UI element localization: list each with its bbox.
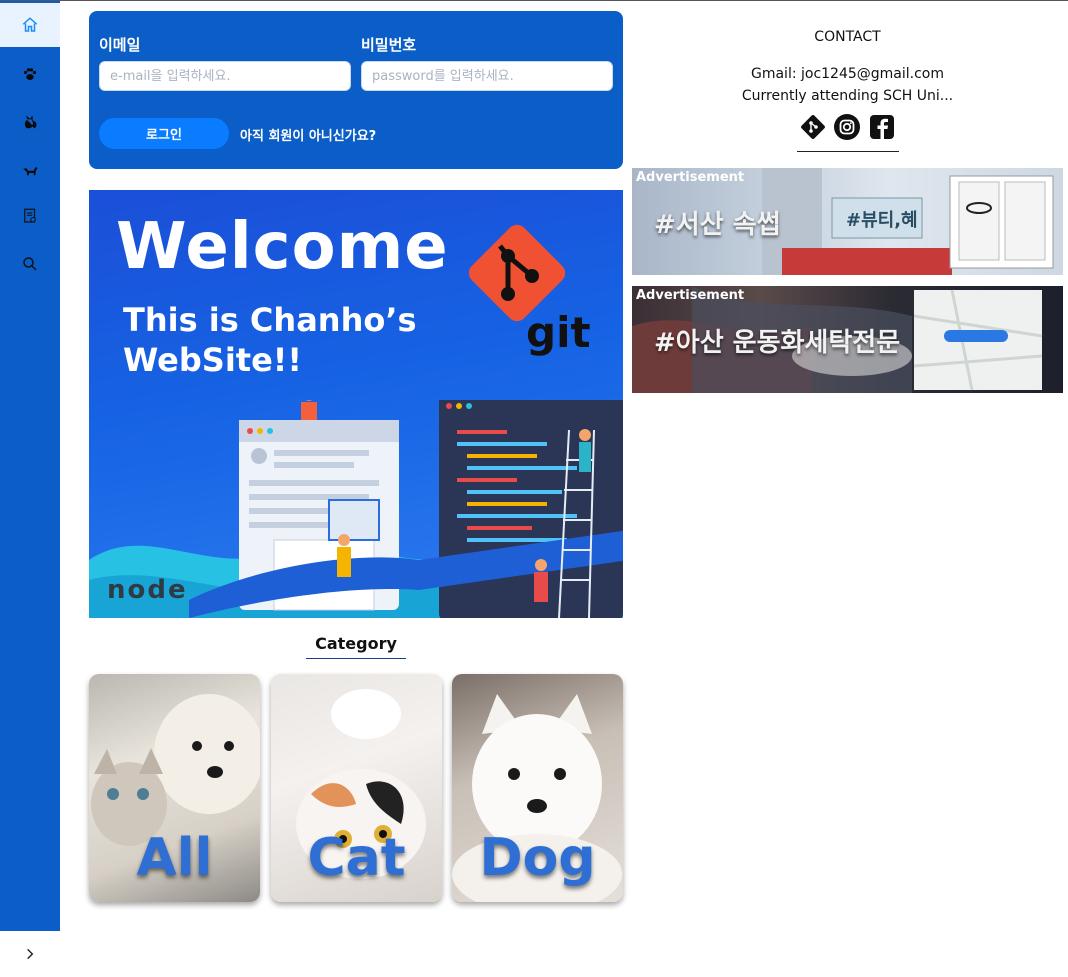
email-label: 이메일 [99,36,141,54]
login-panel: 이메일 비밀번호 로그인 아직 회원이 아니신가요? [89,11,623,169]
ad-banner-1[interactable]: #뷰티,혜 Advertisement #서산 속썹 [632,168,1063,275]
contact-title: CONTACT [814,29,881,45]
chevron-right-icon [27,948,34,960]
home-icon [22,17,38,32]
node-wordmark: node [107,575,188,605]
signup-link[interactable]: 아직 회원이 아니신가요? [240,125,376,144]
login-button[interactable]: 로그인 [99,118,229,149]
card-label-cat: Cat [307,828,406,888]
instagram-icon [834,114,860,140]
git-link[interactable] [799,113,827,141]
facebook-link[interactable] [868,113,896,141]
category-underline [306,658,406,659]
facebook-icon [870,115,894,139]
contact-gmail: Gmail: joc1245@gmail.com [750,66,945,82]
cat-icon [24,115,37,129]
banner-subtitle: This is Chanho’s WebSite!! [123,301,417,379]
search-icon [23,257,37,271]
sidebar [0,1,60,977]
category-card-cat[interactable]: Cat [271,674,442,902]
git-icon [801,115,825,139]
sidebar-item-search[interactable] [0,242,60,286]
sidebar-item-cat[interactable] [0,100,60,144]
email-field[interactable] [99,61,351,91]
sidebar-item-paw[interactable] [0,52,60,96]
sidebar-expand-button[interactable] [0,931,60,977]
ad-2-text: #아산 운동화세탁전문 [654,328,901,358]
ad-2-label: Advertisement [636,288,745,303]
instagram-link[interactable] [833,113,861,141]
category-card-dog[interactable]: Dog [452,674,623,902]
board-icon [24,208,36,223]
contact-underline [797,151,899,152]
ad-1-label: Advertisement [636,170,745,185]
category-title: Category [315,634,397,653]
git-wordmark: git [526,308,591,357]
password-label: 비밀번호 [361,36,417,54]
card-label-dog: Dog [479,828,596,888]
password-field[interactable] [361,61,613,91]
contact-school: Currently attending SCH Uni... [741,88,954,104]
ad-1-sign: #뷰티,혜 [846,210,918,231]
ad-banner-2[interactable]: Advertisement #아산 운동화세탁전문 [632,286,1063,393]
top-border [0,0,1068,1]
sidebar-item-home[interactable] [0,3,60,47]
dog-icon [23,167,38,176]
paw-icon [23,68,37,80]
card-label-all: All [136,828,213,888]
banner-title: Welcome [116,210,449,284]
sidebar-item-dog[interactable] [0,148,60,192]
welcome-banner: Welcome This is Chanho’s WebSite!! git n… [89,190,623,618]
ad-1-text: #서산 속썹 [654,210,781,240]
sidebar-item-board[interactable] [0,194,60,238]
category-card-all[interactable]: All [89,674,260,902]
